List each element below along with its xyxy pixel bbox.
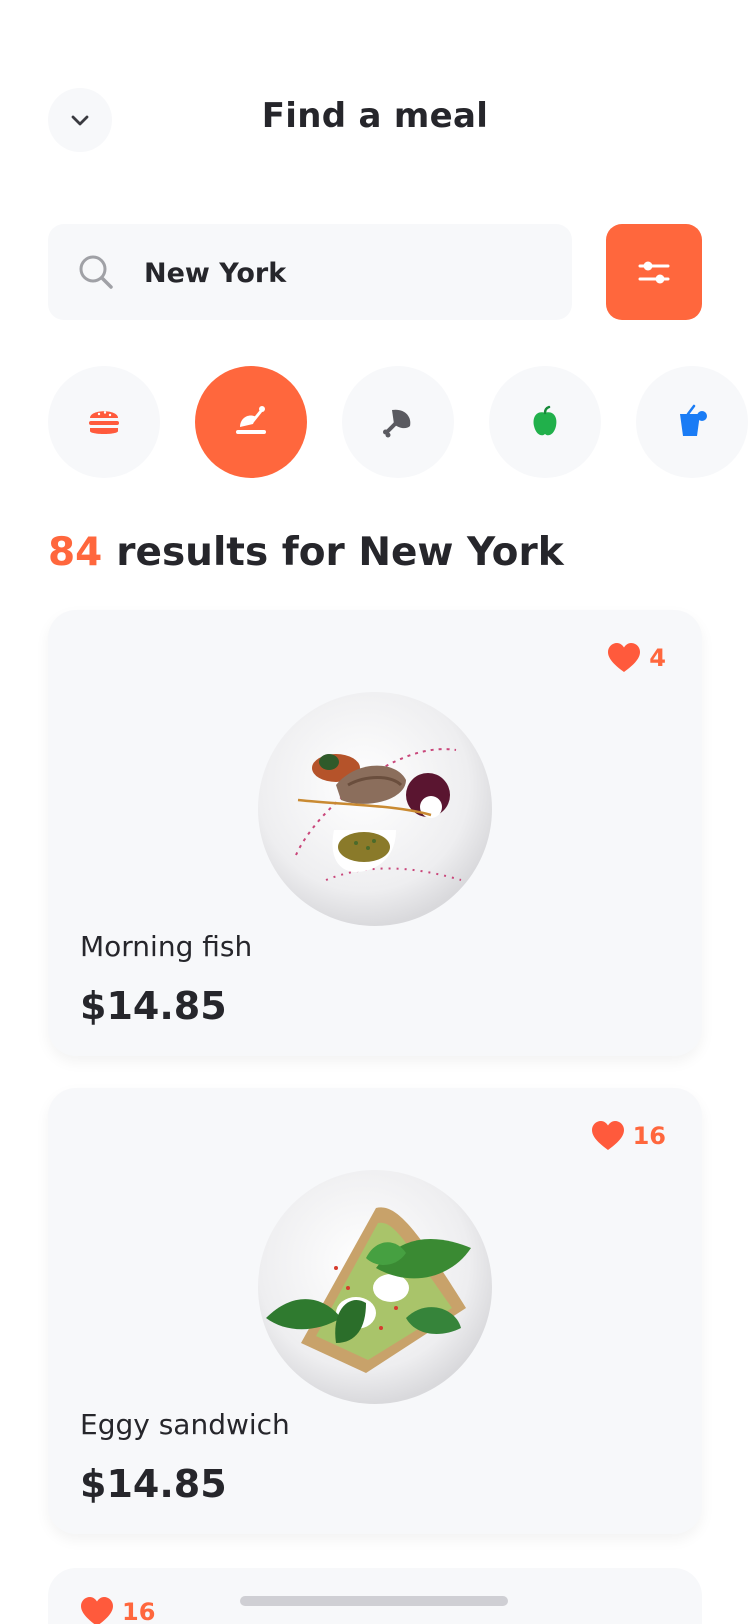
chicken-leg-icon [236, 406, 266, 434]
results-count: 84 [48, 530, 103, 575]
category-list [48, 366, 750, 478]
search-input[interactable]: New York [48, 224, 572, 320]
pepper-icon [533, 405, 557, 436]
category-drinks[interactable] [636, 366, 748, 478]
home-indicator [240, 1596, 508, 1606]
page-title: Find a meal [261, 96, 489, 136]
category-vegetable[interactable] [489, 366, 601, 478]
category-chicken[interactable] [195, 366, 307, 478]
search-value: New York [144, 258, 287, 289]
heart-icon [591, 1121, 624, 1150]
meal-name: Eggy sandwich [80, 1408, 290, 1441]
like-count: 16 [632, 1122, 666, 1150]
meal-card[interactable]: 4 Morning fish $14.85 [48, 610, 702, 1056]
like-button[interactable]: 4 [607, 642, 666, 674]
drink-icon [680, 404, 707, 436]
filter-button[interactable] [606, 224, 702, 320]
search-icon [79, 255, 113, 289]
sliders-icon [638, 261, 670, 284]
meal-price: $14.85 [80, 1462, 227, 1506]
meal-card[interactable]: 16 Eggy sandwich $14.85 [48, 1088, 702, 1534]
meal-price: $14.85 [80, 984, 227, 1028]
category-meat[interactable] [342, 366, 454, 478]
meal-image [258, 692, 492, 926]
header: Find a meal [0, 0, 750, 200]
meal-image [258, 1170, 492, 1404]
like-count: 4 [649, 644, 666, 672]
results-label: results for New York [116, 530, 564, 575]
heart-icon [81, 1597, 113, 1624]
burger-icon [89, 411, 119, 434]
meal-name: Morning fish [80, 930, 253, 963]
like-button[interactable]: 16 [591, 1120, 666, 1152]
like-button[interactable]: 16 [80, 1596, 155, 1624]
results-heading: 84 results for New York [48, 530, 564, 575]
heart-icon [608, 643, 641, 672]
category-burger[interactable] [48, 366, 160, 478]
drumstick-icon [383, 409, 411, 438]
like-count: 16 [122, 1598, 156, 1624]
